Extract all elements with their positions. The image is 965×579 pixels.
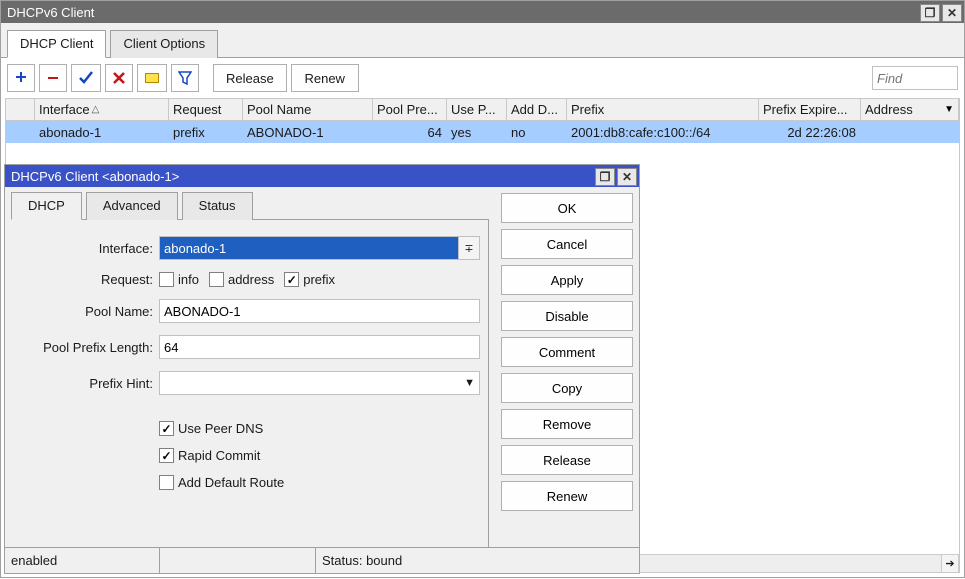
detail-titlebar[interactable]: DHCPv6 Client <abonado-1> ❐ ✕ [5,165,639,187]
tab-client-options[interactable]: Client Options [110,30,218,58]
cell-interface: abonado-1 [35,121,169,143]
tab-dhcp-client[interactable]: DHCP Client [7,30,106,58]
restore-button[interactable]: ❐ [920,4,940,22]
detail-tabstrip: DHCP Advanced Status [11,191,489,219]
col-pool-prefix[interactable]: Pool Pre... [373,99,447,120]
cell-prefix: 2001:db8:cafe:c100::/64 [567,121,759,143]
pool-prefix-length-field[interactable] [159,335,480,359]
add-default-route-checkbox[interactable]: Add Default Route [159,475,284,490]
renew-button[interactable]: Renew [291,64,359,92]
cell-pool-prefix: 64 [373,121,447,143]
cancel-button[interactable]: Cancel [501,229,633,259]
main-titlebar[interactable]: DHCPv6 Client ❐ ✕ [1,1,964,23]
find-input[interactable] [872,66,958,90]
col-pool-name[interactable]: Pool Name [243,99,373,120]
detail-window: DHCPv6 Client <abonado-1> ❐ ✕ DHCP Advan… [4,164,640,574]
request-prefix-checkbox[interactable]: prefix [284,272,335,287]
cell-pool-name: ABONADO-1 [243,121,373,143]
col-flag[interactable] [6,99,35,120]
detail-window-title: DHCPv6 Client <abonado-1> [11,169,179,184]
funnel-icon [178,71,192,85]
note-icon [144,71,160,85]
interface-combo[interactable]: ∓ [159,236,480,260]
columns-dropdown-icon[interactable]: ▼ [944,104,954,115]
remove-button[interactable]: Remove [501,409,633,439]
col-prefix[interactable]: Prefix [567,99,759,120]
col-interface[interactable]: Interface △ [35,99,169,120]
detail-body: DHCP Advanced Status Interface: ∓ [5,187,639,547]
use-peer-dns-checkbox[interactable]: Use Peer DNS [159,421,263,436]
x-mark-icon [112,71,126,85]
detail-tab-body: Interface: ∓ Request: info [11,219,489,547]
table-row[interactable]: abonado-1 prefix ABONADO-1 64 yes no 200… [6,121,959,143]
main-window-title: DHCPv6 Client [7,5,94,20]
filter-button[interactable] [171,64,199,92]
interface-label: Interface: [19,241,159,256]
col-prefix-expires[interactable]: Prefix Expire... [759,99,861,120]
detail-restore-button[interactable]: ❐ [595,168,615,186]
prefix-hint-dropdown-icon[interactable]: ▼ [464,377,475,389]
cell-address [861,121,959,143]
plus-icon [14,71,28,85]
release-button[interactable]: Release [213,64,287,92]
remove-button[interactable] [39,64,67,92]
disable-button[interactable] [105,64,133,92]
comment-button[interactable]: Comment [501,337,633,367]
cell-add-default: no [507,121,567,143]
interface-dropdown-button[interactable]: ∓ [458,236,480,260]
tab-advanced[interactable]: Advanced [86,192,178,220]
disable-button[interactable]: Disable [501,301,633,331]
col-address[interactable]: Address ▼ [861,99,959,120]
rapid-commit-checkbox[interactable]: Rapid Commit [159,448,260,463]
sort-asc-icon: △ [92,104,100,115]
close-button[interactable]: ✕ [942,4,962,22]
col-request[interactable]: Request [169,99,243,120]
scroll-right-icon[interactable]: ➔ [941,555,959,572]
add-button[interactable] [7,64,35,92]
ok-button[interactable]: OK [501,193,633,223]
minus-icon [46,71,60,85]
request-info-checkbox[interactable]: info [159,272,199,287]
enable-button[interactable] [71,64,101,92]
detail-statusbar: enabled Status: bound [5,547,639,573]
release-button[interactable]: Release [501,445,633,475]
cell-request: prefix [169,121,243,143]
main-tabstrip: DHCP Client Client Options [1,23,964,57]
comment-button[interactable] [137,64,167,92]
request-address-checkbox[interactable]: address [209,272,274,287]
prefix-hint-label: Prefix Hint: [19,376,159,391]
check-icon [78,70,94,86]
col-interface-label: Interface [39,102,90,117]
request-label: Request: [19,272,159,287]
grid-header: Interface △ Request Pool Name Pool Pre..… [6,99,959,121]
tab-dhcp[interactable]: DHCP [11,192,82,220]
status-enabled: enabled [5,548,160,573]
pool-name-field[interactable] [159,299,480,323]
tab-status[interactable]: Status [182,192,253,220]
pool-prefix-length-label: Pool Prefix Length: [19,340,159,355]
renew-button[interactable]: Renew [501,481,633,511]
pool-name-label: Pool Name: [19,304,159,319]
prefix-hint-combo[interactable]: ▼ [159,371,480,395]
caret-down-icon: ∓ [464,242,473,255]
status-bound: Status: bound [316,548,639,573]
detail-close-button[interactable]: ✕ [617,168,637,186]
apply-button[interactable]: Apply [501,265,633,295]
col-address-label: Address [865,102,913,117]
col-use-peer[interactable]: Use P... [447,99,507,120]
detail-button-column: OK Cancel Apply Disable Comment Copy Rem… [501,191,633,547]
col-add-default[interactable]: Add D... [507,99,567,120]
copy-button[interactable]: Copy [501,373,633,403]
main-toolbar: Release Renew [5,62,960,98]
cell-use-peer: yes [447,121,507,143]
status-empty [160,548,316,573]
interface-field[interactable] [159,236,458,260]
cell-expires: 2d 22:26:08 [759,121,861,143]
